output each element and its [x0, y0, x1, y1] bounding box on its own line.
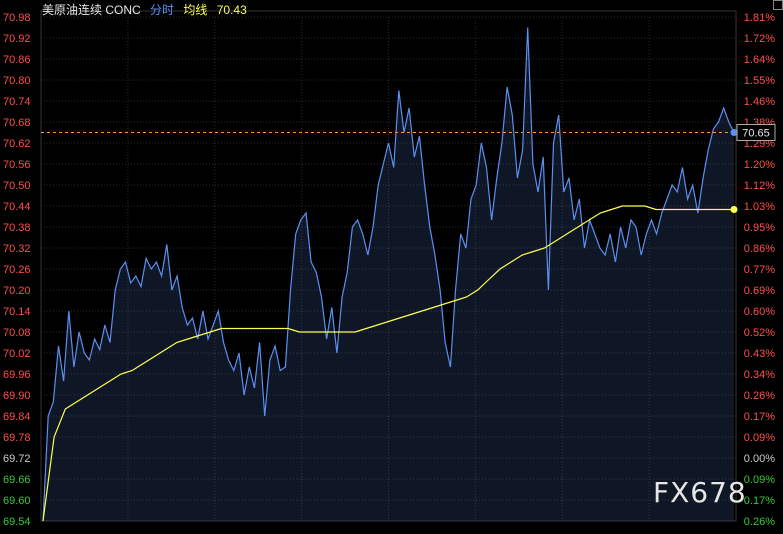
chart-header: 美原油连续 CONC 分时 均线 70.43	[42, 1, 253, 18]
price-tick-label: 70.74	[3, 96, 31, 108]
pct-tick-label: 0.26%	[744, 516, 775, 528]
price-tick-label: 69.96	[3, 369, 31, 381]
price-tick-label: 70.98	[3, 12, 31, 24]
chart-area: 70.98 1.81% 70.92 1.72% 70.86 1.64% 70.80 1.55%…	[0, 0, 783, 529]
pct-tick-label: 0.52%	[744, 327, 775, 339]
pct-tick-label: 0.95%	[744, 222, 775, 234]
price-tick-label: 70.08	[3, 327, 31, 339]
price-tick-label: 70.50	[3, 180, 31, 192]
price-tick-label: 69.60	[3, 495, 31, 507]
pct-tick-label: 0.00%	[744, 453, 775, 465]
avg-line-label: 均线	[183, 3, 208, 17]
pct-tick-label: 0.17%	[744, 495, 775, 507]
price-tick-label: 69.72	[3, 453, 31, 465]
pct-tick-label: 1.81%	[744, 12, 775, 24]
price-tick-label: 69.78	[3, 432, 31, 444]
pct-tick-label: 0.69%	[744, 285, 775, 297]
price-tick-label: 70.14	[3, 306, 31, 318]
price-tick-label: 70.80	[3, 75, 31, 87]
pct-tick-label: 1.12%	[744, 180, 775, 192]
price-tick-label: 70.26	[3, 264, 31, 276]
intraday-chart-svg: 70.98 1.81% 70.92 1.72% 70.86 1.64% 70.80 1.55%…	[3, 10, 776, 528]
window-corner-button[interactable]	[773, 0, 783, 10]
mode-label[interactable]: 分时	[150, 3, 174, 17]
pct-tick-label: 1.64%	[744, 54, 775, 66]
pct-tick-label: 0.26%	[744, 390, 775, 402]
pct-tick-label: 0.17%	[744, 411, 775, 423]
price-tick-label: 69.90	[3, 390, 31, 402]
pct-tick-label: 1.20%	[744, 159, 775, 171]
instrument-name: 美原油连续 CONC	[42, 3, 141, 17]
avg-end-dot	[730, 206, 738, 213]
price-tick-label: 70.20	[3, 285, 31, 297]
pct-tick-label: 0.34%	[744, 369, 775, 381]
price-tick-label: 70.32	[3, 243, 31, 255]
price-end-dot	[730, 129, 738, 136]
last-price-label: 70.65	[742, 128, 770, 140]
price-tick-label: 70.44	[3, 201, 31, 213]
price-tick-label: 69.66	[3, 474, 31, 486]
pct-tick-label: 1.72%	[744, 33, 775, 45]
avg-line-value: 70.43	[216, 3, 247, 17]
price-tick-label: 70.92	[3, 33, 31, 45]
pct-tick-label: 0.86%	[744, 243, 775, 255]
pct-tick-label: 1.46%	[744, 96, 775, 108]
pct-tick-label: 0.43%	[744, 348, 775, 360]
pct-tick-label: 0.09%	[744, 474, 775, 486]
price-tick-label: 70.62	[3, 138, 31, 150]
pct-tick-label: 1.55%	[744, 75, 775, 87]
price-tick-label: 70.68	[3, 117, 31, 129]
pct-tick-label: 1.03%	[744, 201, 775, 213]
price-tick-label: 70.86	[3, 54, 31, 66]
price-tick-label: 69.54	[3, 516, 31, 528]
pct-tick-label: 0.09%	[744, 432, 775, 444]
price-tick-label: 70.56	[3, 159, 31, 171]
price-tick-label: 69.84	[3, 411, 31, 423]
watermark: FX678	[653, 476, 747, 509]
pct-tick-label: 0.77%	[744, 264, 775, 276]
pct-tick-label: 0.60%	[744, 306, 775, 318]
price-tick-label: 70.38	[3, 222, 31, 234]
price-tick-label: 70.02	[3, 348, 31, 360]
